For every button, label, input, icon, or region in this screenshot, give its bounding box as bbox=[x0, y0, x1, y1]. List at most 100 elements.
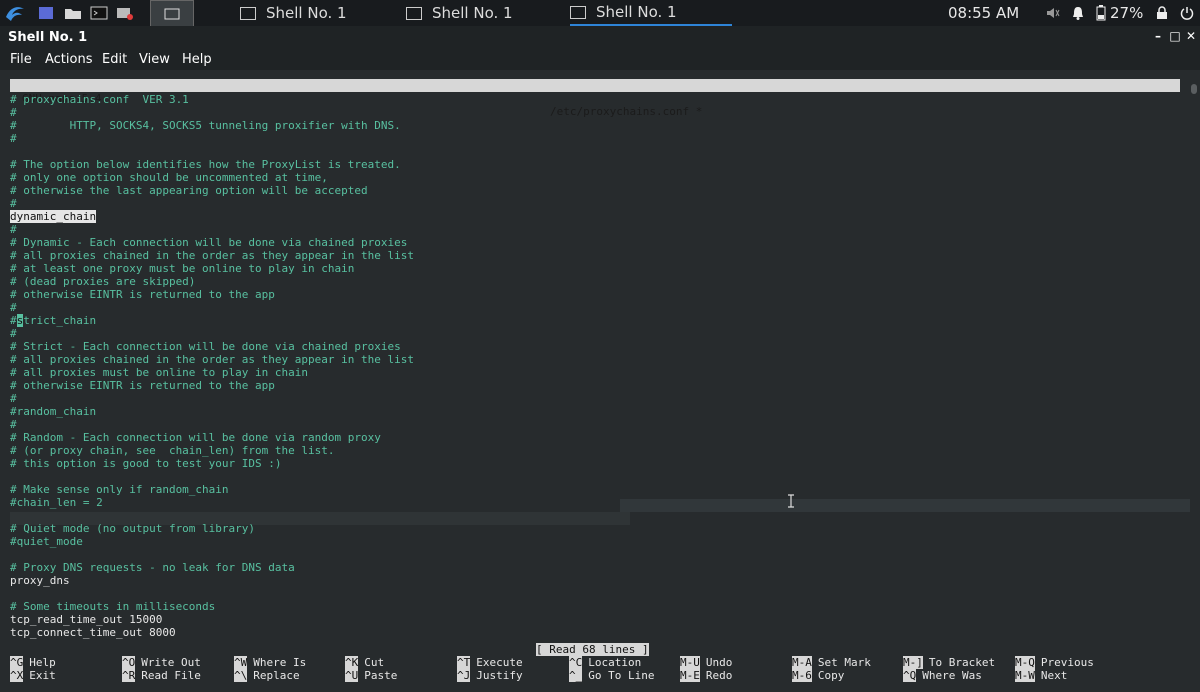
shortcut-write-out[interactable]: ^O Write Out bbox=[122, 656, 201, 669]
maximize-icon[interactable]: □ bbox=[1167, 28, 1183, 44]
file-manager-icon[interactable] bbox=[64, 0, 82, 26]
shortcut-label: Where Is bbox=[253, 656, 307, 669]
shortcut-undo[interactable]: M-U Undo bbox=[680, 656, 732, 669]
menu-edit[interactable]: Edit bbox=[102, 52, 127, 67]
editor-line: # only one option should be uncommented … bbox=[10, 171, 328, 184]
menu-help[interactable]: Help bbox=[182, 52, 212, 67]
editor-line: # HTTP, SOCKS4, SOCKS5 tunneling proxifi… bbox=[10, 119, 401, 132]
editor-line: tcp_connect_time_out 8000 bbox=[10, 626, 176, 639]
editor-line: # all proxies must be online to play in … bbox=[10, 366, 309, 379]
shortcut-key: ^R bbox=[122, 669, 136, 682]
shortcut-label: Previous bbox=[1040, 656, 1094, 669]
ghost-row-highlight bbox=[620, 499, 1190, 512]
shortcut-key: M-6 bbox=[792, 669, 812, 682]
shortcut-label: Justify bbox=[476, 669, 523, 682]
shortcut-execute[interactable]: ^T Execute bbox=[457, 656, 523, 669]
shortcut-next[interactable]: M-W Next bbox=[1015, 669, 1067, 682]
close-icon[interactable]: ✕ bbox=[1183, 28, 1199, 44]
shortcut-key: M-U bbox=[680, 656, 700, 669]
terminal-icon bbox=[406, 6, 422, 20]
shortcut-key: ^J bbox=[457, 669, 471, 682]
power-icon[interactable] bbox=[1180, 0, 1194, 26]
active-window-thumb[interactable] bbox=[150, 0, 194, 28]
shortcut-previous[interactable]: M-Q Previous bbox=[1015, 656, 1094, 669]
shortcut-key: ^\ bbox=[234, 669, 248, 682]
battery-percent: 27% bbox=[1110, 4, 1144, 22]
shortcut-label: Copy bbox=[817, 669, 845, 682]
lock-icon[interactable] bbox=[1156, 0, 1168, 26]
shortcut-replace[interactable]: ^\ Replace bbox=[234, 669, 300, 682]
shortcut-key: ^T bbox=[457, 656, 471, 669]
editor-line: # Proxy DNS requests - no leak for DNS d… bbox=[10, 561, 295, 574]
nano-header: GNU nano 5.4 /etc/proxychains.conf * bbox=[10, 79, 1180, 118]
nano-status: [ Read 68 lines ] bbox=[536, 643, 649, 656]
scrollbar-thumb[interactable] bbox=[1191, 84, 1197, 94]
shortcut-label: Paste bbox=[364, 669, 398, 682]
selected-text: dynamic_chain bbox=[10, 210, 97, 223]
shortcut-key: M-E bbox=[680, 669, 700, 682]
speaker-icon[interactable] bbox=[1046, 0, 1060, 26]
terminal-area[interactable]: GNU nano 5.4 /etc/proxychains.conf * # p… bbox=[0, 70, 1200, 692]
shortcut-label: Cut bbox=[364, 656, 385, 669]
shortcut-to-bracket[interactable]: M-] To Bracket bbox=[903, 656, 995, 669]
shortcut-label: Undo bbox=[705, 656, 733, 669]
editor-line: # all proxies chained in the order as th… bbox=[10, 249, 414, 262]
recorder-icon[interactable] bbox=[116, 0, 134, 26]
shortcut-label: Exit bbox=[29, 669, 56, 682]
shortcut-key: M-Q bbox=[1015, 656, 1035, 669]
editor-line: # bbox=[10, 106, 17, 119]
shortcut-label: Set Mark bbox=[817, 656, 871, 669]
mouse-ibeam-cursor bbox=[788, 494, 794, 508]
taskbar-shell-3[interactable]: Shell No. 1 bbox=[570, 0, 732, 26]
shortcut-redo[interactable]: M-E Redo bbox=[680, 669, 732, 682]
shortcut-key: ^O bbox=[122, 656, 136, 669]
editor-line: # Random - Each connection will be done … bbox=[10, 431, 381, 444]
shortcut-cut[interactable]: ^K Cut bbox=[345, 656, 384, 669]
menu-file[interactable]: File bbox=[10, 52, 32, 67]
shortcut-label: Next bbox=[1040, 669, 1068, 682]
editor-line: tcp_read_time_out 15000 bbox=[10, 613, 163, 626]
shortcut-help[interactable]: ^G Help bbox=[10, 656, 56, 669]
shortcut-justify[interactable]: ^J Justify bbox=[457, 669, 523, 682]
kali-menu-icon[interactable] bbox=[4, 0, 26, 26]
editor-line: # The option below identifies how the Pr… bbox=[10, 158, 401, 171]
clock[interactable]: 08:55 AM bbox=[948, 0, 1019, 26]
shortcut-key: M-W bbox=[1015, 669, 1035, 682]
editor-line: # otherwise EINTR is returned to the app bbox=[10, 379, 275, 392]
terminal-icon[interactable] bbox=[90, 0, 108, 26]
shortcut-label: Execute bbox=[476, 656, 523, 669]
shortcut-key: M-A bbox=[792, 656, 812, 669]
shortcut-copy[interactable]: M-6 Copy bbox=[792, 669, 844, 682]
bell-icon[interactable] bbox=[1072, 0, 1084, 26]
editor-line: # at least one proxy must be online to p… bbox=[10, 262, 355, 275]
battery-icon[interactable] bbox=[1096, 0, 1106, 26]
terminal-icon bbox=[240, 6, 256, 20]
menu-actions[interactable]: Actions bbox=[45, 52, 93, 67]
shortcut-set-mark[interactable]: M-A Set Mark bbox=[792, 656, 871, 669]
editor-line: # bbox=[10, 392, 17, 405]
shortcut-paste[interactable]: ^U Paste bbox=[345, 669, 397, 682]
shortcut-key: M-] bbox=[903, 656, 923, 669]
shortcut-where-was[interactable]: ^Q Where Was bbox=[903, 669, 982, 682]
taskbar-shell-1[interactable]: Shell No. 1 bbox=[240, 0, 347, 26]
shortcut-location[interactable]: ^C Location bbox=[569, 656, 641, 669]
window-titlebar[interactable]: Shell No. 1 – □ ✕ bbox=[0, 26, 1200, 48]
editor-line: # Make sense only if random_chain bbox=[10, 483, 229, 496]
shortcut-label: Redo bbox=[705, 669, 733, 682]
desktop-icon[interactable] bbox=[38, 0, 54, 26]
minimize-icon[interactable]: – bbox=[1150, 28, 1166, 44]
editor-line: # bbox=[10, 301, 17, 314]
shortcut-go-to-line[interactable]: ^_ Go To Line bbox=[569, 669, 654, 682]
shortcut-key: ^K bbox=[345, 656, 359, 669]
menu-view[interactable]: View bbox=[139, 52, 170, 67]
editor-line: # bbox=[10, 223, 17, 236]
shortcut-exit[interactable]: ^X Exit bbox=[10, 669, 56, 682]
terminal-icon bbox=[570, 5, 586, 19]
shortcut-key: ^C bbox=[569, 656, 583, 669]
shortcut-key: ^W bbox=[234, 656, 248, 669]
shortcut-where-is[interactable]: ^W Where Is bbox=[234, 656, 306, 669]
scrollbar[interactable] bbox=[1191, 84, 1197, 680]
editor-line: # (or proxy chain, see chain_len) from t… bbox=[10, 444, 335, 457]
shortcut-read-file[interactable]: ^R Read File bbox=[122, 669, 201, 682]
taskbar-shell-2[interactable]: Shell No. 1 bbox=[406, 0, 513, 26]
